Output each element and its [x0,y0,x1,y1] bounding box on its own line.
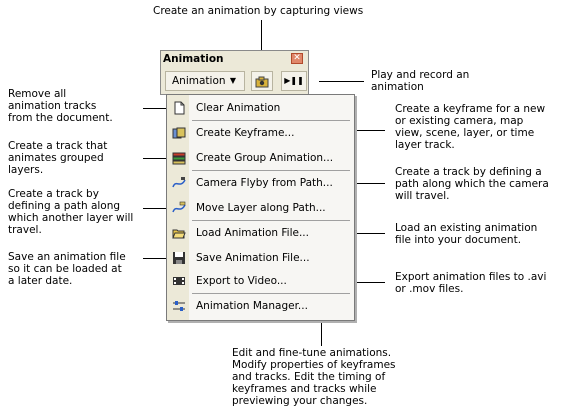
toolbar-title: Animation [163,53,224,65]
menu-item-load-file[interactable]: Load Animation File... [167,222,354,244]
clear-animation-icon [174,101,185,115]
leader-line-play [319,81,364,82]
menu-item-create-keyframe[interactable]: Create Keyframe... [167,122,354,144]
menu-item-clear-animation[interactable]: Clear Animation [167,97,354,119]
callout-grouped-layers: Create a track that animates grouped lay… [8,140,108,176]
capture-view-button[interactable] [251,71,273,91]
menu-separator [192,120,350,121]
callout-layer-path: Create a track by defining a path along … [8,188,134,236]
callout-manager: Edit and fine-tune animations. Modify pr… [232,347,396,407]
menu-item-label: Clear Animation [196,102,281,114]
animation-manager-icon [173,301,185,311]
animation-menu-label: Animation [172,75,226,87]
menu-item-animation-manager[interactable]: Animation Manager... [167,295,354,317]
callout-load-file: Load an existing animation file into you… [395,222,538,246]
menu-separator [192,220,350,221]
create-keyframe-icon [172,127,186,139]
menu-item-move-layer[interactable]: Move Layer along Path... [167,197,354,219]
callout-remove-tracks: Remove all animation tracks from the doc… [8,88,113,124]
callout-export-video: Export animation files to .avi or .mov f… [395,271,547,295]
callout-save-file: Save an animation file so it can be load… [8,251,126,287]
export-video-icon [173,277,185,285]
menu-item-label: Create Group Animation... [196,152,334,164]
menu-item-label: Create Keyframe... [196,127,295,139]
chevron-down-icon: ▼ [229,76,236,85]
play-pause-icon: ▶❚❚ [284,76,304,85]
close-icon[interactable]: ✕ [291,53,303,64]
menu-separator [192,170,350,171]
callout-create-keyframe: Create a keyframe for a new or existing … [395,103,546,151]
menu-item-label: Export to Video... [196,275,287,287]
callout-play-record: Play and record an animation [371,69,470,93]
group-animation-icon [172,152,186,165]
menu-item-export-video[interactable]: Export to Video... [167,270,354,292]
save-file-icon [173,252,185,264]
camera-icon [255,76,269,88]
menu-separator [192,293,350,294]
play-record-button[interactable]: ▶❚❚ [281,71,307,91]
load-file-icon [172,229,186,239]
menu-item-save-file[interactable]: Save Animation File... [167,247,354,269]
menu-item-label: Load Animation File... [196,227,309,239]
callout-capture-views: Create an animation by capturing views [153,5,364,17]
callout-camera-path: Create a track by defining a path along … [395,166,549,202]
menu-item-label: Camera Flyby from Path... [196,177,333,189]
move-layer-icon [172,201,186,213]
menu-item-camera-flyby[interactable]: Camera Flyby from Path... [167,172,354,194]
animation-menu-button[interactable]: Animation ▼ [165,71,245,91]
menu-item-label: Save Animation File... [196,252,310,264]
menu-item-label: Animation Manager... [196,300,308,312]
menu-item-label: Move Layer along Path... [196,202,326,214]
camera-flyby-icon [172,177,186,188]
menu-item-create-group-animation[interactable]: Create Group Animation... [167,147,354,169]
